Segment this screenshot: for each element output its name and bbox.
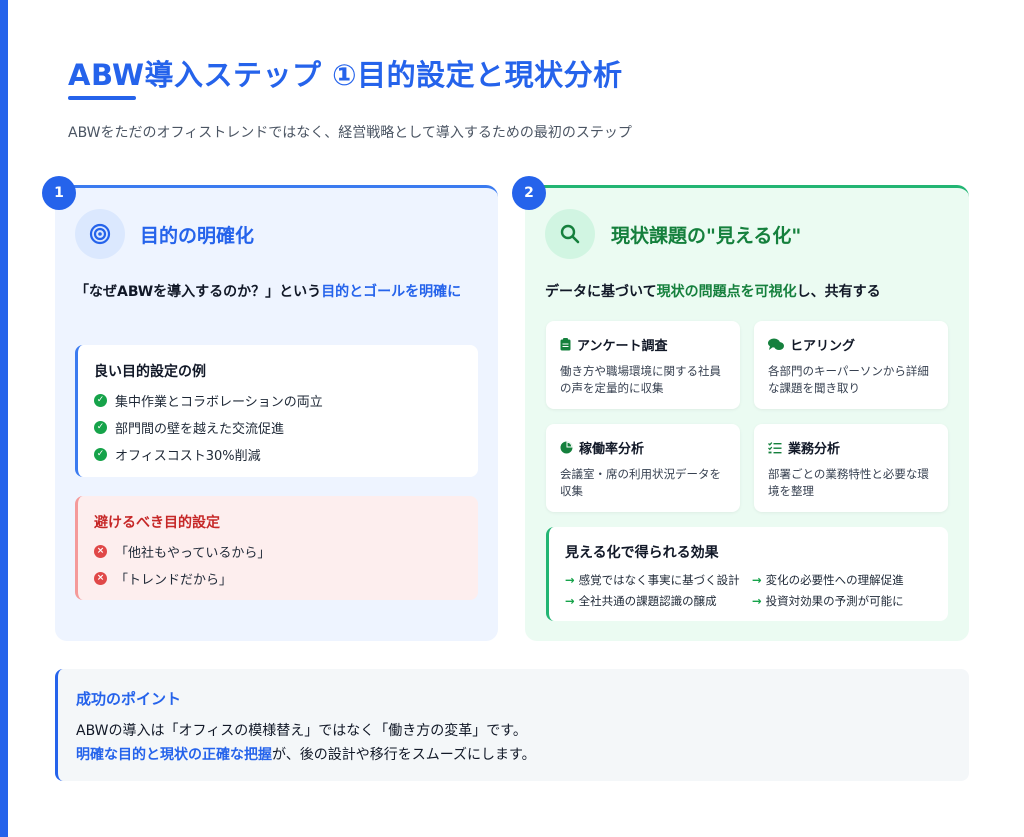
page-subtitle: ABWをただのオフィストレンドではなく、経営戦略として導入するための最初のステッ… (68, 125, 632, 141)
step2-lead-suffix: し、共有する (796, 284, 881, 300)
method-card-survey: アンケート調査 働き方や職場環境に関する社員の声を定量的に収集 (546, 321, 740, 409)
clipboard-icon (560, 338, 571, 351)
good-example-item: ✓ 集中作業とコラボレーションの両立 (94, 391, 323, 410)
step2-lead: データに基づいて現状の問題点を可視化し、共有する (545, 280, 950, 305)
good-example-item: ✓ オフィスコスト30%削減 (94, 445, 261, 464)
success-point-highlight: 明確な目的と現状の正確な把握 (76, 747, 272, 763)
effect-item: → 変化の必要性への理解促進 (752, 573, 904, 587)
success-point-box: 成功のポイント ABWの導入は「オフィスの模様替え」ではなく「働き方の変革」です… (55, 669, 969, 781)
step2-number-badge: 2 (512, 176, 546, 210)
title-underline (68, 96, 136, 100)
method-card-utilization: 稼働率分析 会議室・席の利用状況データを収集 (546, 424, 740, 512)
arrow-right-icon: → (565, 573, 575, 587)
step1-lead-highlight: 目的とゴールを明確に (321, 284, 462, 300)
effect-item: → 投資対効果の予測が可能に (752, 594, 904, 608)
arrow-right-icon: → (752, 594, 762, 608)
good-example-item: ✓ 部門間の壁を越えた交流促進 (94, 418, 284, 437)
bad-example-item: × 「トレンドだから」 (94, 569, 232, 588)
step1-lead-text: 「なぜABWを導入するのか？」という (75, 284, 322, 300)
success-point-line1: ABWの導入は「オフィスの模様替え」ではなく「働き方の変革」です。 (76, 723, 527, 739)
pie-chart-icon (560, 441, 573, 454)
cross-icon: × (94, 545, 107, 558)
step1-lead: 「なぜABWを導入するのか？」という目的とゴールを明確に (75, 280, 480, 305)
arrow-right-icon: → (565, 594, 575, 608)
step2-lead-text: データに基づいて (545, 284, 657, 300)
method-card-interview: ヒアリング 各部門のキーパーソンから詳細な課題を聞き取り (754, 321, 948, 409)
step2-lead-highlight: 現状の問題点を可視化 (656, 284, 797, 300)
method-title: アンケート調査 (577, 339, 668, 354)
good-examples-box: 良い目的設定の例 ✓ 集中作業とコラボレーションの両立 ✓ 部門間の壁を越えた交流促… (75, 345, 478, 477)
step1-number-badge: 1 (42, 176, 76, 210)
left-accent-bar (0, 0, 8, 837)
check-icon: ✓ (94, 421, 107, 434)
bad-examples-title: 避けるべき目的設定 (94, 515, 220, 531)
step2-title: 現状課題の"見える化" (611, 225, 802, 247)
success-point-suffix: が、後の設計や移行をスムーズにします。 (272, 747, 536, 763)
chat-icon (768, 338, 784, 350)
effects-box: 見える化で得られる効果 → 感覚ではなく事実に基づく設計 → 変化の必要性への理解促… (546, 527, 948, 621)
method-title: 稼働率分析 (579, 442, 645, 457)
method-card-business: 業務分析 部署ごとの業務特性と必要な環境を整理 (754, 424, 948, 512)
method-title: ヒアリング (790, 339, 856, 354)
page-title: ABW導入ステップ ①目的設定と現状分析 (68, 58, 623, 92)
step1-title: 目的の明確化 (140, 225, 255, 247)
arrow-right-icon: → (752, 573, 762, 587)
cross-icon: × (94, 572, 107, 585)
target-icon (75, 209, 125, 259)
bad-example-item: × 「他社もやっているから」 (94, 542, 270, 561)
bad-examples-box: 避けるべき目的設定 × 「他社もやっているから」 × 「トレンドだから」 (75, 496, 478, 600)
method-desc: 働き方や職場環境に関する社員の声を定量的に収集 (560, 364, 721, 395)
task-list-icon (768, 441, 782, 453)
check-icon: ✓ (94, 394, 107, 407)
effect-item: → 全社共通の課題認識の醸成 (565, 594, 717, 608)
effect-item: → 感覚ではなく事実に基づく設計 (565, 573, 740, 587)
method-desc: 部署ごとの業務特性と必要な環境を整理 (768, 467, 929, 498)
check-icon: ✓ (94, 448, 107, 461)
success-point-line2: 明確な目的と現状の正確な把握が、後の設計や移行をスムーズにします。 (76, 744, 536, 764)
search-icon (545, 209, 595, 259)
method-title: 業務分析 (788, 442, 841, 457)
method-desc: 各部門のキーパーソンから詳細な課題を聞き取り (768, 364, 929, 395)
good-examples-title: 良い目的設定の例 (94, 364, 206, 380)
success-point-title: 成功のポイント (76, 690, 182, 708)
effects-title: 見える化で得られる効果 (565, 545, 719, 561)
method-desc: 会議室・席の利用状況データを収集 (560, 467, 721, 498)
